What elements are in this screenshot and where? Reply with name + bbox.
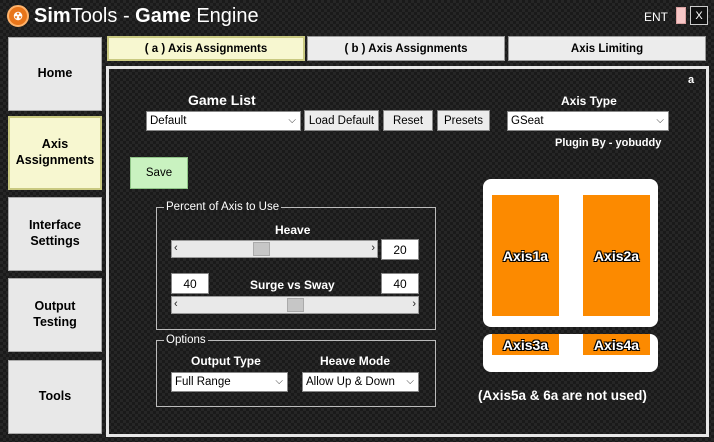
sidebar-item-home[interactable]: Home bbox=[8, 37, 102, 111]
window-title: SimTools - Game Engine bbox=[34, 5, 259, 27]
chevron-down-icon: ⌵ bbox=[275, 376, 283, 387]
axis3-box: Axis3a bbox=[492, 334, 559, 355]
heave-mode-select[interactable]: Allow Up & Down ⌵ bbox=[302, 372, 419, 392]
game-list-value: Default bbox=[150, 115, 187, 127]
heave-label: Heave bbox=[275, 223, 311, 237]
unused-axes-note: (Axis5a & 6a are not used) bbox=[478, 388, 647, 403]
sidebar-item-label: Axis Assignments bbox=[15, 137, 95, 167]
heave-mode-label: Heave Mode bbox=[320, 354, 391, 368]
axis-type-value: GSeat bbox=[511, 115, 544, 127]
plugin-credit: Plugin By - yobuddy bbox=[555, 137, 662, 149]
surge-value-left[interactable]: 40 bbox=[171, 273, 209, 294]
output-type-value: Full Range bbox=[175, 376, 231, 388]
sidebar-item-label: Output Testing bbox=[33, 299, 77, 329]
chevron-down-icon: ⌵ bbox=[288, 115, 296, 126]
sidebar-item-tools[interactable]: Tools bbox=[8, 360, 102, 434]
minimize-button[interactable] bbox=[676, 7, 686, 24]
surge-sway-slider[interactable]: ‹ › bbox=[171, 296, 419, 314]
heave-mode-value: Allow Up & Down bbox=[306, 376, 395, 388]
heave-slider[interactable]: ‹ › bbox=[171, 240, 378, 258]
tab-axis-assignments-b[interactable]: ( b ) Axis Assignments bbox=[307, 36, 505, 61]
surge-slider-thumb[interactable] bbox=[286, 298, 304, 312]
heave-value[interactable]: 20 bbox=[381, 239, 419, 260]
load-default-button[interactable]: Load Default bbox=[304, 110, 379, 131]
chevron-down-icon: ⌵ bbox=[406, 376, 414, 387]
output-type-label: Output Type bbox=[191, 354, 261, 368]
chevron-left-icon[interactable]: ‹ bbox=[174, 242, 178, 254]
axis1-box: Axis1a bbox=[492, 195, 559, 316]
surge-value-right[interactable]: 40 bbox=[381, 273, 419, 294]
tab-axis-assignments-a[interactable]: ( a ) Axis Assignments bbox=[107, 36, 305, 61]
game-list-label: Game List bbox=[188, 92, 256, 108]
sidebar-item-output-testing[interactable]: Output Testing bbox=[8, 278, 102, 352]
sidebar-item-interface-settings[interactable]: Interface Settings bbox=[8, 197, 102, 271]
app-logo-icon: ☢ bbox=[7, 5, 29, 27]
chevron-left-icon[interactable]: ‹ bbox=[174, 298, 178, 310]
panel-corner-label: a bbox=[688, 74, 695, 86]
save-button[interactable]: Save bbox=[130, 157, 188, 189]
percent-group-title: Percent of Axis to Use bbox=[164, 201, 282, 213]
options-group-title: Options bbox=[164, 334, 208, 346]
tab-axis-limiting[interactable]: Axis Limiting bbox=[508, 36, 706, 61]
close-button[interactable]: X bbox=[690, 6, 708, 25]
axis4-box: Axis4a bbox=[583, 334, 650, 355]
output-type-select[interactable]: Full Range ⌵ bbox=[171, 372, 288, 392]
heave-slider-thumb[interactable] bbox=[253, 242, 271, 256]
surge-sway-label: Surge vs Sway bbox=[250, 278, 335, 292]
presets-button[interactable]: Presets bbox=[437, 110, 490, 131]
locale-label: ENT bbox=[644, 10, 668, 24]
axis2-box: Axis2a bbox=[583, 195, 650, 316]
chevron-right-icon[interactable]: › bbox=[371, 242, 375, 254]
axis-type-select[interactable]: GSeat ⌵ bbox=[507, 111, 669, 131]
axis-type-label: Axis Type bbox=[561, 94, 617, 108]
chevron-down-icon: ⌵ bbox=[656, 115, 664, 126]
reset-button[interactable]: Reset bbox=[383, 110, 433, 131]
chevron-right-icon[interactable]: › bbox=[412, 298, 416, 310]
game-list-select[interactable]: Default ⌵ bbox=[146, 111, 301, 131]
sidebar-item-label: Interface Settings bbox=[28, 218, 82, 248]
sidebar-item-axis-assignments[interactable]: Axis Assignments bbox=[8, 116, 102, 190]
